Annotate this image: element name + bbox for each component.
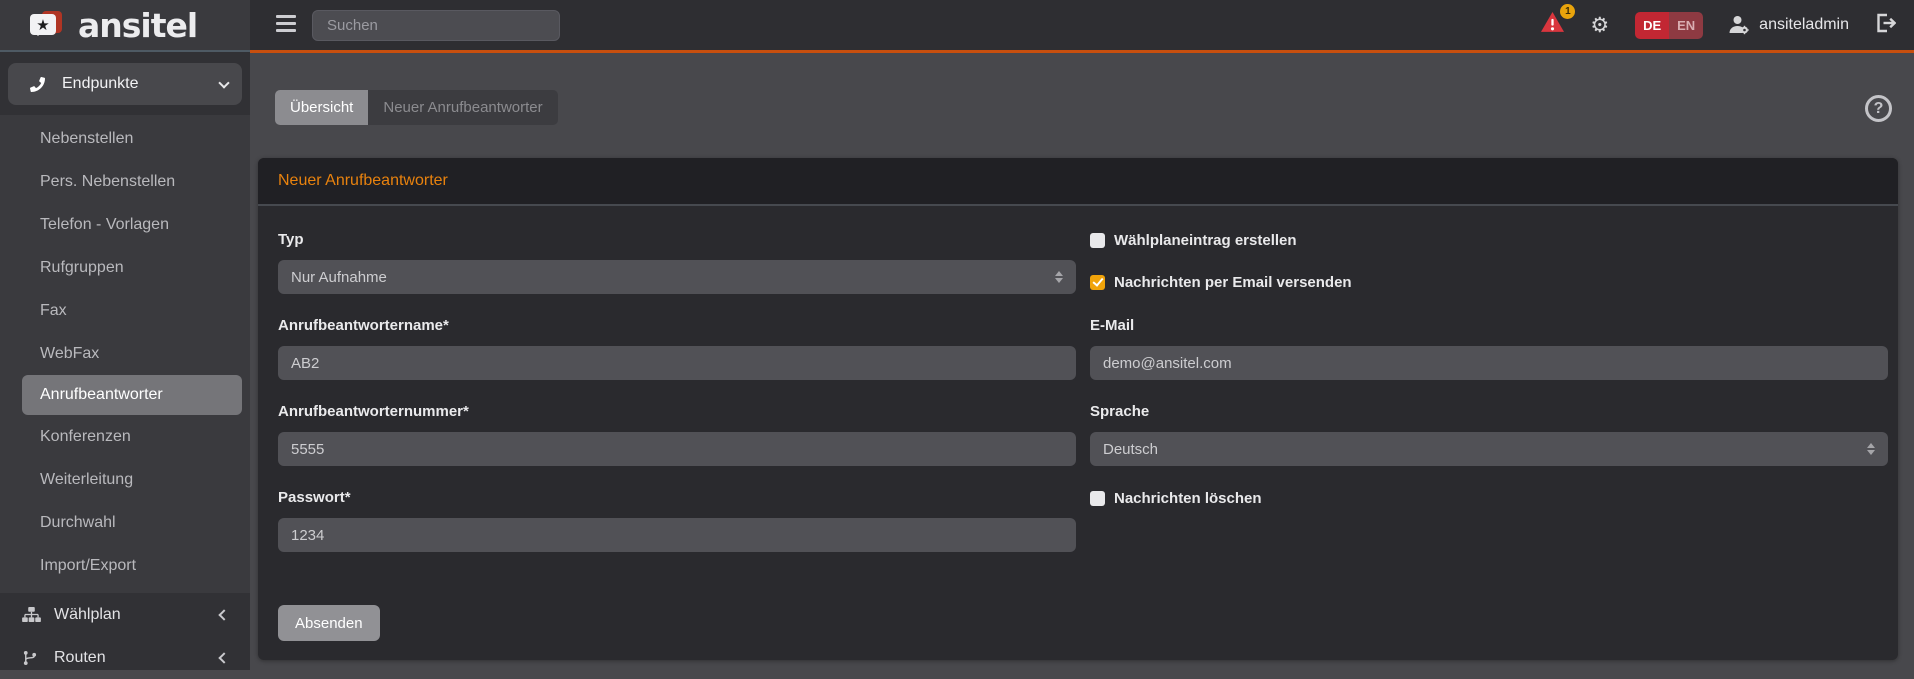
sidebar-item-import-export[interactable]: Import/Export — [0, 544, 250, 587]
sprache-select-value: Deutsch — [1103, 441, 1158, 458]
typ-select-value: Nur Aufnahme — [291, 269, 387, 286]
user-menu[interactable]: ansiteladmin — [1729, 15, 1849, 35]
brand-name: ansitel — [78, 6, 197, 45]
sidebar-item-durchwahl[interactable]: Durchwahl — [0, 501, 250, 544]
tab-neuer-anrufbeantworter[interactable]: Neuer Anrufbeantworter — [368, 90, 557, 125]
brand-logo[interactable]: ★ ansitel — [0, 0, 250, 50]
select-arrows-icon — [1055, 271, 1063, 283]
tab-uebersicht[interactable]: Übersicht — [275, 90, 368, 125]
sidebar-item-webfax[interactable]: WebFax — [0, 332, 250, 375]
chevron-left-icon — [218, 609, 229, 620]
help-icon[interactable]: ? — [1865, 95, 1892, 122]
logout-icon — [1875, 13, 1896, 33]
email-label: E-Mail — [1090, 316, 1888, 336]
email-input[interactable] — [1090, 346, 1888, 380]
typ-label: Typ — [278, 230, 1076, 250]
nachrichten-loeschen-label: Nachrichten löschen — [1114, 490, 1262, 507]
absenden-button[interactable]: Absenden — [278, 605, 380, 641]
lang-en-button[interactable]: EN — [1669, 12, 1703, 39]
sidebar-item-fax[interactable]: Fax — [0, 289, 250, 332]
settings-gear-icon[interactable]: ⚙ — [1590, 15, 1609, 36]
sidebar-nav: Endpunkte Nebenstellen Pers. Nebenstelle… — [0, 50, 250, 670]
form-right-column: Wählplaneintrag erstellen Nachrichten pe… — [1090, 230, 1888, 641]
panel-header: Neuer Anrufbeantworter — [258, 158, 1898, 206]
ansitel-logo-icon: ★ — [28, 7, 70, 43]
form-body: Typ Nur Aufnahme Anrufbeantwortername* A… — [258, 206, 1898, 641]
name-input[interactable] — [278, 346, 1076, 380]
logo-star-bubble: ★ — [30, 14, 56, 35]
typ-select[interactable]: Nur Aufnahme — [278, 260, 1076, 294]
sidebar-item-anrufbeantworter[interactable]: Anrufbeantworter — [22, 375, 242, 415]
orange-accent-line — [250, 50, 1914, 53]
chevron-down-icon — [218, 77, 229, 88]
wahlplaneintrag-label: Wählplaneintrag erstellen — [1114, 232, 1297, 249]
chevron-left-icon — [218, 652, 229, 663]
lang-de-button[interactable]: DE — [1635, 12, 1669, 39]
username-label: ansiteladmin — [1759, 16, 1849, 34]
email-versenden-checkbox[interactable] — [1090, 275, 1105, 290]
sidebar-item-label: Endpunkte — [62, 75, 220, 93]
sidebar-item-konferenzen[interactable]: Konferenzen — [0, 415, 250, 458]
menu-toggle-icon[interactable] — [276, 15, 298, 35]
phone-icon — [30, 77, 48, 92]
main-content: Übersicht Neuer Anrufbeantworter ? Neuer… — [250, 53, 1914, 670]
branch-icon — [22, 650, 44, 666]
top-navbar: ★ ansitel 1 ⚙ DE EN — [0, 0, 1914, 50]
sidebar-item-label: Wählplan — [54, 606, 220, 624]
sidebar-item-weiterleitung[interactable]: Weiterleitung — [0, 458, 250, 501]
wahlplaneintrag-checkbox[interactable] — [1090, 233, 1105, 248]
select-arrows-icon — [1867, 443, 1875, 455]
alert-count-badge: 1 — [1560, 4, 1575, 19]
panel-title: Neuer Anrufbeantworter — [278, 172, 448, 190]
passwort-input[interactable] — [278, 518, 1076, 552]
sprache-select[interactable]: Deutsch — [1090, 432, 1888, 466]
sidebar-item-label: Routen — [54, 649, 220, 667]
user-gear-icon — [1729, 15, 1750, 35]
sidebar-item-rufgruppen[interactable]: Rufgruppen — [0, 246, 250, 289]
alerts-button[interactable]: 1 — [1541, 12, 1564, 38]
search-input[interactable] — [313, 11, 559, 40]
nummer-label: Anrufbeantworternummer* — [278, 402, 1076, 422]
endpunkte-submenu: Nebenstellen Pers. Nebenstellen Telefon … — [0, 115, 250, 593]
email-versenden-label: Nachrichten per Email versenden — [1114, 274, 1352, 291]
sitemap-icon — [22, 607, 44, 622]
search-box — [312, 10, 560, 41]
sidebar-item-nebenstellen[interactable]: Nebenstellen — [0, 117, 250, 160]
nachrichten-loeschen-checkbox[interactable] — [1090, 491, 1105, 506]
name-label: Anrufbeantwortername* — [278, 316, 1076, 336]
sidebar-item-endpunkte[interactable]: Endpunkte — [8, 63, 242, 105]
sidebar-item-wahlplan[interactable]: Wählplan — [8, 593, 242, 636]
sidebar-item-routen[interactable]: Routen — [8, 636, 242, 679]
passwort-label: Passwort* — [278, 488, 1076, 508]
sprache-label: Sprache — [1090, 402, 1888, 422]
tab-bar: Übersicht Neuer Anrufbeantworter — [275, 90, 558, 125]
language-toggle: DE EN — [1635, 12, 1703, 39]
sidebar-item-pers-nebenstellen[interactable]: Pers. Nebenstellen — [0, 160, 250, 203]
logout-button[interactable] — [1875, 13, 1896, 38]
sidebar-item-telefon-vorlagen[interactable]: Telefon - Vorlagen — [0, 203, 250, 246]
form-panel: Neuer Anrufbeantworter Typ Nur Aufnahme … — [258, 158, 1898, 660]
nummer-input[interactable] — [278, 432, 1076, 466]
form-left-column: Typ Nur Aufnahme Anrufbeantwortername* A… — [278, 230, 1076, 641]
